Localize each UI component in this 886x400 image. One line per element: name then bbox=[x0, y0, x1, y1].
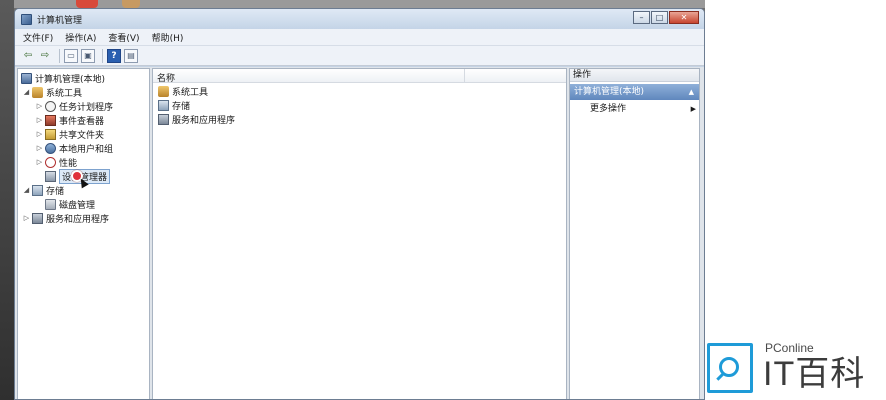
expand-arrow-icon[interactable]: ▷ bbox=[22, 214, 31, 222]
tree-item-label: 计算机管理(本地) bbox=[35, 74, 106, 85]
menu-action[interactable]: 操作(A) bbox=[65, 31, 96, 44]
event-viewer-icon bbox=[45, 114, 56, 126]
list-item-label: 存储 bbox=[172, 102, 191, 112]
more-actions-label: 更多操作 bbox=[590, 104, 627, 114]
clock-icon bbox=[45, 100, 56, 112]
actions-group-computer-management[interactable]: 计算机管理(本地) ▲ bbox=[570, 84, 699, 100]
watermark-logo-icon bbox=[707, 343, 753, 393]
expand-arrow-icon[interactable]: ▷ bbox=[35, 158, 44, 166]
users-icon bbox=[45, 142, 56, 154]
tools-icon bbox=[32, 86, 43, 98]
desktop-app-icon-orange bbox=[122, 0, 140, 8]
list-item-system-tools[interactable]: 系统工具 bbox=[157, 85, 208, 98]
expand-arrow-icon[interactable]: ▷ bbox=[35, 116, 44, 124]
forward-arrow-icon[interactable]: ⇨ bbox=[38, 49, 52, 63]
performance-icon bbox=[45, 156, 56, 168]
tree-item-label: 系统工具 bbox=[46, 88, 83, 99]
tree-item-storage[interactable]: ◢ 存储 bbox=[22, 183, 64, 197]
services-icon bbox=[158, 114, 169, 125]
window-title: 计算机管理 bbox=[37, 15, 83, 26]
device-manager-icon bbox=[45, 170, 56, 182]
disk-icon bbox=[45, 198, 56, 210]
menu-view[interactable]: 查看(V) bbox=[108, 31, 139, 44]
services-icon bbox=[32, 212, 43, 224]
more-actions-item[interactable]: 更多操作 ▶ bbox=[590, 102, 699, 116]
tree-item-label: 共享文件夹 bbox=[59, 130, 105, 141]
tree-item-label: 任务计划程序 bbox=[59, 102, 114, 113]
watermark-title: IT百科 bbox=[763, 355, 866, 393]
show-hide-console-tree-icon[interactable]: ▭ bbox=[64, 48, 78, 63]
minimize-button[interactable]: – bbox=[633, 11, 650, 24]
desktop-app-icon-red bbox=[76, 0, 98, 8]
magnifier-handle bbox=[716, 372, 725, 381]
console-tree: 计算机管理(本地) ◢ 系统工具 ▷ 任务计划程序 ▷ 事件查看器 ▷ 共享文件… bbox=[17, 68, 150, 399]
tree-item-event-viewer[interactable]: ▷ 事件查看器 bbox=[35, 113, 104, 127]
collapse-arrow-icon[interactable]: ◢ bbox=[22, 88, 31, 96]
close-button[interactable]: ✕ bbox=[669, 11, 699, 24]
tree-item-label: 性能 bbox=[59, 158, 78, 169]
storage-icon bbox=[158, 100, 169, 111]
expand-arrow-icon[interactable]: ▷ bbox=[35, 144, 44, 152]
collapse-up-icon[interactable]: ▲ bbox=[689, 84, 694, 100]
list-item-services-applications[interactable]: 服务和应用程序 bbox=[157, 113, 235, 126]
content-area: 计算机管理(本地) ◢ 系统工具 ▷ 任务计划程序 ▷ 事件查看器 ▷ 共享文件… bbox=[15, 67, 704, 399]
pconline-it-watermark: PConline IT百科 bbox=[707, 340, 883, 398]
submenu-arrow-icon: ▶ bbox=[690, 105, 696, 113]
show-action-pane-icon[interactable]: ▤ bbox=[124, 48, 138, 63]
computer-management-icon bbox=[21, 13, 32, 25]
actions-header: 操作 bbox=[570, 69, 699, 82]
toolbar: ⇦ ⇨ ▭ ▣ ? ▤ bbox=[15, 46, 704, 66]
actions-group-label: 计算机管理(本地) bbox=[574, 87, 645, 97]
collapse-arrow-icon[interactable]: ◢ bbox=[22, 186, 31, 194]
actions-pane: 操作 计算机管理(本地) ▲ 更多操作 ▶ bbox=[569, 68, 700, 399]
maximize-button[interactable]: □ bbox=[651, 11, 668, 24]
tree-item-local-users-groups[interactable]: ▷ 本地用户和组 bbox=[35, 141, 113, 155]
results-list: 名称 系统工具 存储 服务和应用程序 bbox=[152, 68, 567, 399]
tree-item-task-scheduler[interactable]: ▷ 任务计划程序 bbox=[35, 99, 113, 113]
window-controls: – □ ✕ bbox=[632, 11, 699, 24]
expand-arrow-icon[interactable]: ▷ bbox=[35, 130, 44, 138]
list-item-label: 服务和应用程序 bbox=[172, 116, 236, 126]
expand-arrow-icon[interactable]: ▷ bbox=[35, 102, 44, 110]
tree-item-label: 服务和应用程序 bbox=[46, 214, 110, 225]
storage-icon bbox=[32, 184, 43, 196]
tree-item-shared-folders[interactable]: ▷ 共享文件夹 bbox=[35, 127, 104, 141]
tree-item-system-tools[interactable]: ◢ 系统工具 bbox=[22, 85, 82, 99]
tree-item-label: 磁盘管理 bbox=[59, 200, 96, 211]
toolbar-separator bbox=[102, 48, 103, 63]
desktop-left-strip bbox=[0, 0, 14, 400]
list-item-label: 系统工具 bbox=[172, 88, 209, 98]
tree-item-disk-management[interactable]: 磁盘管理 bbox=[44, 197, 95, 211]
title-bar[interactable]: 计算机管理 – □ ✕ bbox=[15, 9, 704, 29]
shared-folder-icon bbox=[45, 128, 56, 140]
tree-item-performance[interactable]: ▷ 性能 bbox=[35, 155, 77, 169]
tree-item-label: 事件查看器 bbox=[59, 116, 105, 127]
tree-item-services-applications[interactable]: ▷ 服务和应用程序 bbox=[22, 211, 109, 225]
tree-item-label: 存储 bbox=[46, 186, 65, 197]
toolbar-separator bbox=[59, 48, 60, 63]
export-list-icon[interactable]: ▣ bbox=[81, 48, 95, 63]
desktop-top-strip bbox=[14, 0, 705, 8]
help-icon[interactable]: ? bbox=[107, 48, 121, 63]
column-divider[interactable] bbox=[464, 69, 465, 83]
menu-bar: 文件(F) 操作(A) 查看(V) 帮助(H) bbox=[15, 29, 704, 46]
menu-help[interactable]: 帮助(H) bbox=[152, 31, 184, 44]
watermark-brand: PConline bbox=[765, 341, 814, 355]
tools-icon bbox=[158, 86, 169, 97]
tree-item-label: 本地用户和组 bbox=[59, 144, 114, 155]
list-header: 名称 bbox=[153, 69, 566, 84]
tree-item-computer-management[interactable]: 计算机管理(本地) bbox=[20, 71, 105, 85]
column-header-name[interactable]: 名称 bbox=[157, 71, 175, 84]
list-item-storage[interactable]: 存储 bbox=[157, 99, 190, 112]
computer-management-window: 计算机管理 – □ ✕ 文件(F) 操作(A) 查看(V) 帮助(H) ⇦ ⇨ … bbox=[14, 8, 705, 400]
back-arrow-icon[interactable]: ⇦ bbox=[21, 49, 35, 63]
computer-icon bbox=[21, 72, 32, 84]
menu-file[interactable]: 文件(F) bbox=[23, 31, 53, 44]
